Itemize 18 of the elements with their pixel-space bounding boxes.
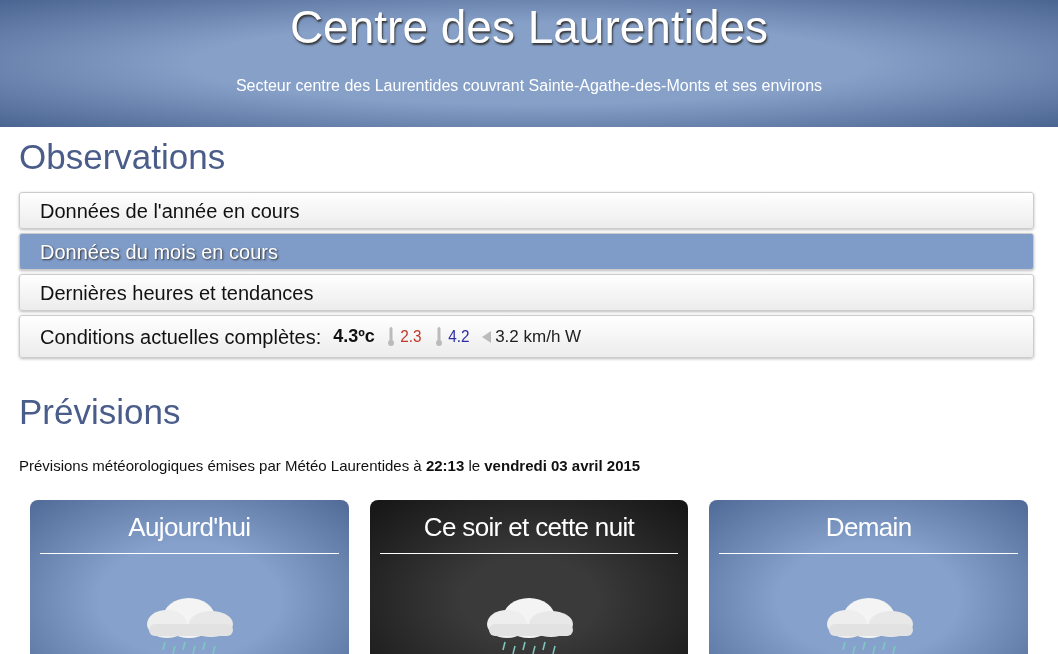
temperature-reading: 2.3	[400, 325, 422, 348]
current-temperature: 4.3ºc	[333, 325, 375, 348]
section-heading: Prévisions	[19, 394, 182, 429]
thermometer-icon	[386, 326, 395, 347]
section-heading: Observations	[19, 139, 227, 174]
conditions-link[interactable]: Conditions actuelles complètes:	[40, 321, 322, 352]
forecast-period: Demain	[825, 513, 912, 540]
forecast-period: Aujourd'hui	[128, 513, 251, 540]
forecast-period: Ce soir et cette nuit	[423, 513, 635, 540]
observation-link[interactable]: Données de l'année en cours	[19, 192, 1034, 229]
wind-reading: 3.2 km/h W	[495, 325, 582, 348]
observation-link[interactable]: Dernières heures et tendances	[19, 274, 1034, 311]
temperature-reading: 4.2	[447, 325, 469, 348]
forecast-intro: Prévisions météorologiques émises par Météo Laurentides à 22:13 le vendredi 03 avril 2015	[19, 456, 642, 476]
page-subtitle: Secteur centre des Laurentides couvrant Sainte-Agathe-des-Monts et ses environs	[235, 76, 823, 96]
wind-direction-icon	[482, 330, 492, 343]
page-title: Centre des Laurentides	[289, 4, 769, 50]
thermometer-icon	[434, 326, 443, 347]
